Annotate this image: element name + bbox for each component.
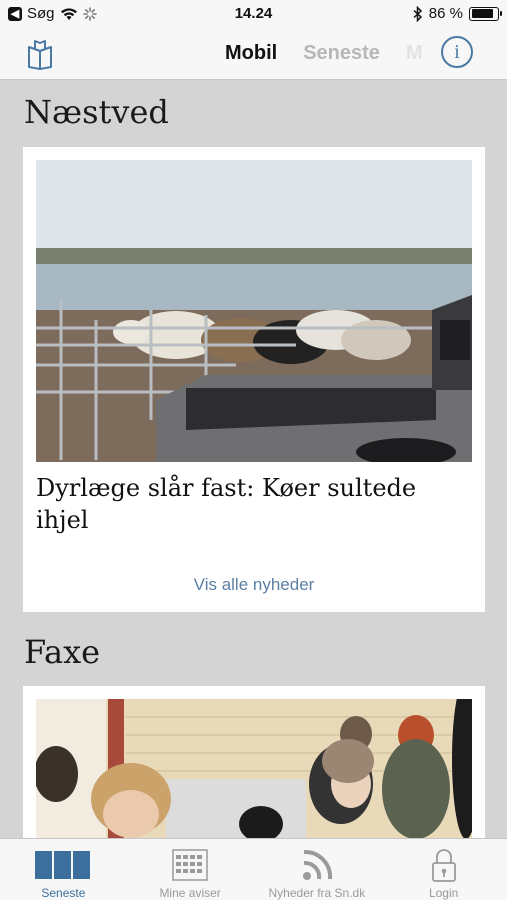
- info-icon[interactable]: i: [441, 36, 473, 68]
- calendar-grid-icon: [172, 849, 208, 881]
- section-title-naestved: Næstved: [24, 93, 169, 131]
- section-title-faxe: Faxe: [24, 633, 101, 671]
- battery-fill: [471, 9, 493, 18]
- tab-login[interactable]: Login: [380, 839, 507, 900]
- article-headline[interactable]: Dyrlæge slår fast: Køer sultede ihjel: [36, 472, 472, 536]
- article-photo-people[interactable]: [36, 699, 472, 838]
- tab-mine-aviser[interactable]: Mine aviser: [127, 839, 254, 900]
- tab-nyheder-fra-sn[interactable]: Nyheder fra Sn.dk: [254, 839, 381, 900]
- tab-label-login: Login: [428, 886, 459, 900]
- battery-percent: 86 %: [428, 5, 463, 22]
- tab-label-mine-aviser: Mine aviser: [159, 886, 221, 900]
- show-all-news-link[interactable]: Vis alle nyheder: [23, 575, 485, 595]
- article-photo-cows[interactable]: [36, 160, 472, 462]
- bluetooth-icon: [413, 5, 422, 22]
- newspapers-icon: [35, 851, 91, 879]
- news-card-naestved[interactable]: Dyrlæge slår fast: Køer sultede ihjel Vi…: [23, 147, 485, 612]
- book-icon[interactable]: [26, 38, 54, 70]
- nav-bar: Mobil Seneste M i: [0, 30, 507, 80]
- news-card-faxe[interactable]: [23, 686, 485, 838]
- tab-label-nyheder: Nyheder fra Sn.dk: [268, 886, 366, 900]
- rss-feed-icon: [302, 849, 332, 880]
- tab-bar: Seneste Mine aviser Nyheder fra Sn.dk Lo…: [0, 838, 507, 900]
- nav-tab-next[interactable]: M: [406, 42, 423, 65]
- nav-tabs: Mobil Seneste M: [225, 42, 423, 65]
- nav-tab-seneste[interactable]: Seneste: [303, 42, 380, 65]
- status-bar: ◀ Søg 14.24 86 %: [0, 0, 507, 30]
- tab-label-seneste: Seneste: [41, 886, 86, 900]
- nav-tab-mobil[interactable]: Mobil: [225, 42, 277, 65]
- tab-seneste[interactable]: Seneste: [0, 839, 127, 900]
- battery-icon: [469, 6, 502, 21]
- status-right: 86 %: [413, 5, 502, 22]
- lock-icon: [431, 849, 456, 882]
